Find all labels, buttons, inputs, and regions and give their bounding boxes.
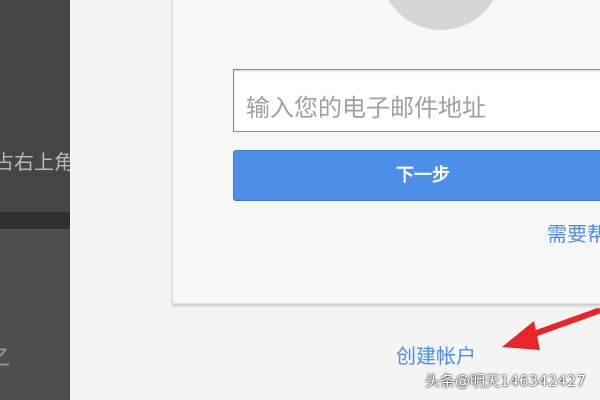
background-partial-mark: 之 xyxy=(0,336,10,371)
email-field[interactable]: 输入您的电子邮件地址 xyxy=(233,69,600,132)
background-panel: 占右上角 之 xyxy=(0,0,70,400)
background-band-top xyxy=(0,0,70,213)
background-divider xyxy=(0,212,70,229)
background-partial-text: 占右上角 xyxy=(0,150,70,174)
email-placeholder: 输入您的电子邮件地址 xyxy=(246,94,486,122)
watermark: 头条@明天146342427 xyxy=(425,372,586,390)
next-button[interactable]: 下一步 xyxy=(233,150,600,201)
background-band-bottom xyxy=(0,229,70,400)
red-arrow-annotation xyxy=(502,308,600,350)
help-link[interactable]: 需要帮 xyxy=(547,218,600,247)
create-account-link[interactable]: 创建帐户 xyxy=(396,340,476,369)
